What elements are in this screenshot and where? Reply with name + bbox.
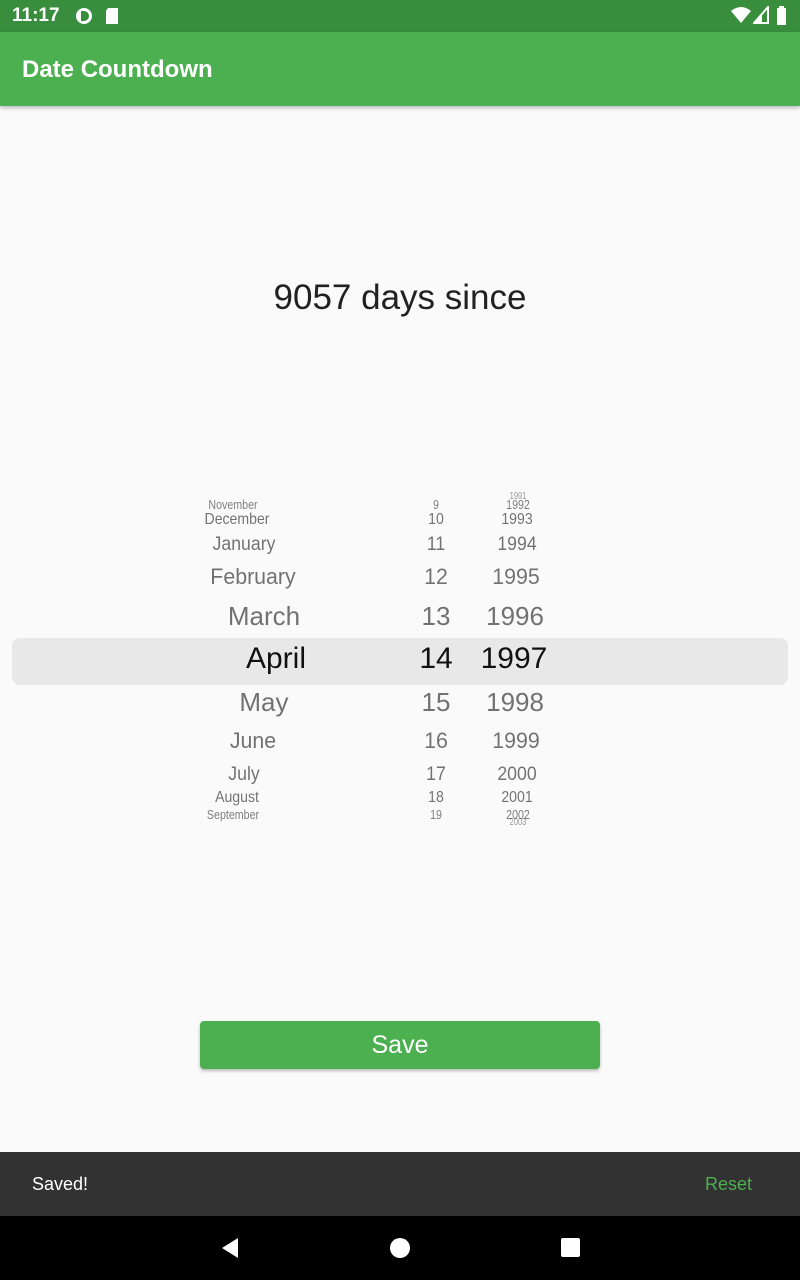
day-wheel-item[interactable]: 19	[430, 808, 442, 821]
month-wheel-item[interactable]: August	[215, 790, 259, 806]
day-wheel-item[interactable]: 17	[426, 765, 446, 784]
year-wheel-item[interactable]: 2001	[502, 790, 533, 806]
back-icon[interactable]	[218, 1236, 242, 1260]
day-wheel-item[interactable]: 16	[424, 729, 448, 752]
days-since-headline: 9057 days since	[273, 278, 527, 317]
reset-button[interactable]: Reset	[705, 1174, 752, 1195]
wifi-icon	[731, 7, 751, 23]
save-button[interactable]: Save	[200, 1021, 600, 1069]
month-wheel-item[interactable]: September	[207, 808, 259, 821]
month-wheel-item[interactable]: March	[228, 603, 300, 629]
day-wheel-item[interactable]: 10	[428, 512, 444, 528]
year-wheel-item[interactable]: 1998	[486, 689, 544, 715]
year-wheel-item[interactable]: 1992	[506, 498, 530, 511]
year-wheel-item[interactable]: 1999	[492, 729, 539, 752]
year-wheel-item[interactable]: 1996	[486, 603, 544, 629]
status-time: 11:17	[12, 5, 60, 26]
snackbar: Saved! Reset	[0, 1152, 800, 1216]
year-wheel-item[interactable]: 1994	[497, 535, 536, 554]
day-wheel-item[interactable]: 9	[433, 498, 439, 511]
snackbar-message: Saved!	[32, 1174, 89, 1194]
navigation-bar	[0, 1216, 800, 1280]
day-wheel-item[interactable]: 13	[422, 603, 451, 629]
year-wheel-item[interactable]: 2003	[510, 817, 527, 828]
recents-icon[interactable]	[561, 1238, 581, 1258]
day-wheel-item[interactable]: 11	[427, 535, 445, 554]
battery-icon	[777, 6, 786, 25]
app-notification-icon	[76, 8, 92, 24]
month-wheel-item[interactable]: November	[208, 498, 257, 511]
month-wheel-item-selected[interactable]: April	[246, 643, 306, 674]
month-wheel-item[interactable]: January	[212, 535, 275, 554]
year-wheel-item[interactable]: 2000	[497, 765, 536, 784]
year-wheel-item[interactable]: 1993	[502, 512, 533, 528]
year-wheel-item[interactable]: 1995	[492, 565, 539, 588]
day-wheel-item[interactable]: 18	[428, 790, 444, 806]
month-wheel-item[interactable]: June	[230, 729, 276, 752]
home-icon[interactable]	[390, 1238, 410, 1258]
day-wheel-item[interactable]: 12	[424, 565, 448, 588]
app-bar: Date Countdown	[0, 32, 800, 106]
month-wheel-item[interactable]: February	[210, 565, 295, 588]
month-wheel-item[interactable]: July	[228, 765, 259, 784]
day-wheel-item-selected[interactable]: 14	[419, 643, 452, 674]
status-bar: 11:17	[0, 0, 800, 32]
sd-card-icon	[106, 8, 118, 24]
picker-selection-band	[12, 638, 788, 685]
month-wheel-item[interactable]: December	[205, 512, 270, 528]
year-wheel-item-selected[interactable]: 1997	[481, 643, 548, 674]
month-wheel-item[interactable]: May	[239, 689, 288, 715]
signal-icon	[753, 6, 769, 24]
app-title: Date Countdown	[22, 56, 213, 83]
day-wheel-item[interactable]: 15	[422, 689, 451, 715]
